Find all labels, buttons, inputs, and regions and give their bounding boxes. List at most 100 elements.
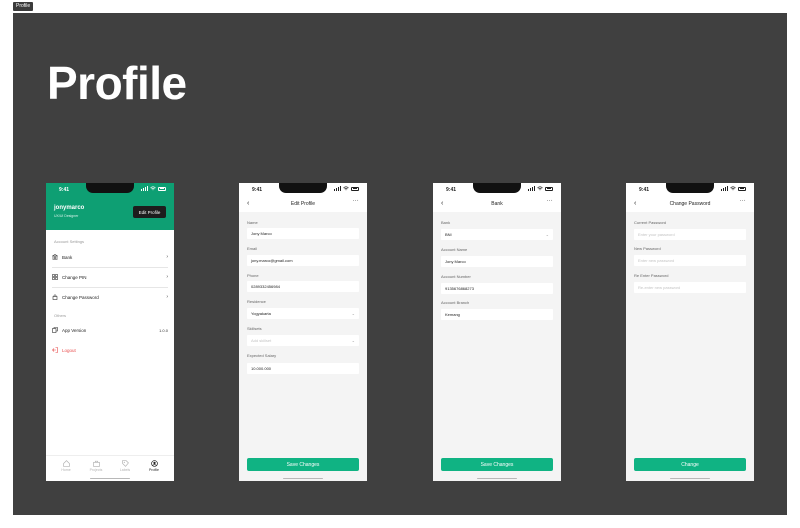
- re-enter-password-field[interactable]: Re-enter new password: [634, 282, 746, 293]
- tab-projects[interactable]: Projects: [85, 460, 107, 472]
- status-time: 9:41: [59, 187, 70, 193]
- account-number-field[interactable]: 9135676868273: [441, 283, 553, 294]
- app-bar: ‹ Edit Profile ···: [239, 196, 367, 212]
- signal-icon: [141, 186, 148, 191]
- expected-salary-label: Expected Salary: [247, 353, 277, 358]
- tag-icon: [121, 460, 129, 467]
- current-password-field[interactable]: Enter your password: [634, 229, 746, 240]
- divider: [52, 267, 168, 268]
- signal-icon: [528, 186, 535, 191]
- bank-label: Bank: [441, 220, 451, 225]
- screen-title: Change Password: [669, 201, 711, 207]
- app-bar: ‹ Change Password ···: [626, 196, 754, 212]
- tab-home[interactable]: Home: [55, 460, 77, 472]
- logout-button[interactable]: Logout: [52, 344, 168, 356]
- current-password-label: Current Password: [634, 220, 667, 225]
- name-label: Name: [247, 220, 258, 225]
- wifi-icon: [343, 186, 349, 191]
- change-button[interactable]: Change: [634, 458, 746, 471]
- more-icon[interactable]: ···: [739, 198, 746, 204]
- chevron-right-icon: ›: [166, 294, 168, 300]
- edit-profile-screen: 9:41 ‹ Edit Profile ··· Name Jony Marco …: [239, 183, 367, 481]
- back-arrow-icon[interactable]: ‹: [441, 199, 443, 208]
- email-label: Email: [247, 246, 258, 251]
- status-bar: 9:41: [239, 183, 367, 196]
- status-time: 9:41: [639, 187, 650, 193]
- status-bar: 9:41: [46, 183, 174, 196]
- status-time: 9:41: [252, 187, 263, 193]
- more-icon[interactable]: ···: [352, 198, 359, 204]
- phone-label: Phone: [247, 273, 259, 278]
- app-version-label: App Version: [62, 327, 87, 333]
- notch: [86, 183, 134, 193]
- battery-icon: [545, 186, 553, 191]
- divider: [52, 287, 168, 288]
- app-bar: ‹ Bank ···: [433, 196, 561, 212]
- chevron-right-icon: ›: [166, 254, 168, 260]
- new-password-label: New Password: [634, 246, 661, 251]
- home-icon: [62, 460, 70, 467]
- phone-field[interactable]: 0289332456984: [247, 281, 359, 292]
- notch: [279, 183, 327, 193]
- bottom-tab-bar: Home Projects Labels Profile: [46, 455, 174, 481]
- tab-label: Profile: [149, 468, 159, 472]
- bank-screen: 9:41 ‹ Bank ··· Bank BNI ⌄ Account Name …: [433, 183, 561, 481]
- app-version-value: 1.0.0: [159, 327, 168, 333]
- save-changes-button[interactable]: Save Changes: [441, 458, 553, 471]
- email-field[interactable]: jony.marco@gmail.com: [247, 255, 359, 266]
- residence-label: Residence: [247, 299, 266, 304]
- bank-select[interactable]: BNI ⌄: [441, 229, 553, 240]
- menu-item-bank[interactable]: Bank ›: [52, 251, 168, 263]
- app-version-row: App Version 1.0.0: [52, 324, 168, 336]
- account-settings-label: Account Settings: [54, 239, 85, 244]
- profile-screen: 9:41 jonymarco UX/UI Designer Edit Profi…: [46, 183, 174, 481]
- menu-item-label: Change Password: [62, 294, 99, 300]
- residence-select[interactable]: Yogyakarta ⌄: [247, 308, 359, 319]
- account-name-field[interactable]: Jony Marco: [441, 256, 553, 267]
- change-password-screen: 9:41 ‹ Change Password ··· Current Passw…: [626, 183, 754, 481]
- screen-title: Bank: [491, 201, 503, 207]
- wifi-icon: [537, 186, 543, 191]
- battery-icon: [158, 186, 166, 191]
- home-indicator: [477, 477, 517, 479]
- tab-label: Projects: [89, 468, 103, 472]
- edit-profile-button[interactable]: Edit Profile: [133, 206, 166, 218]
- bank-icon: [52, 254, 58, 260]
- new-password-field[interactable]: Enter new password: [634, 255, 746, 266]
- account-branch-label: Account Branch: [441, 300, 470, 305]
- tab-profile[interactable]: Profile: [143, 460, 165, 472]
- signal-icon: [334, 186, 341, 191]
- more-icon[interactable]: ···: [546, 198, 553, 204]
- logout-icon: [52, 347, 58, 353]
- save-changes-button[interactable]: Save Changes: [247, 458, 359, 471]
- skillsets-placeholder: Add skillset: [251, 338, 272, 343]
- logout-label: Logout: [62, 347, 76, 353]
- tab-label: Labels: [119, 468, 131, 472]
- account-branch-field[interactable]: Kemang: [441, 309, 553, 320]
- menu-item-change-pin[interactable]: Change PIN ›: [52, 271, 168, 283]
- notch: [666, 183, 714, 193]
- chevron-right-icon: ›: [166, 274, 168, 280]
- status-bar: 9:41: [626, 183, 754, 196]
- profile-role: UX/UI Designer: [54, 214, 79, 218]
- profile-header: 9:41 jonymarco UX/UI Designer Edit Profi…: [46, 183, 174, 230]
- back-arrow-icon[interactable]: ‹: [247, 199, 249, 208]
- status-bar: 9:41: [433, 183, 561, 196]
- signal-icon: [721, 186, 728, 191]
- grid-icon: [52, 274, 58, 280]
- back-arrow-icon[interactable]: ‹: [634, 199, 636, 208]
- name-field[interactable]: Jony Marco: [247, 228, 359, 239]
- skillsets-label: Skillsets: [247, 326, 262, 331]
- screen-title: Edit Profile: [290, 201, 316, 207]
- account-name-label: Account Name: [441, 247, 468, 252]
- menu-item-change-password[interactable]: Change Password ›: [52, 291, 168, 303]
- skillsets-select[interactable]: Add skillset ⌄: [247, 335, 359, 346]
- dropdown-icon: ⌄: [351, 338, 355, 343]
- battery-icon: [351, 186, 359, 191]
- page-title: Profile: [47, 57, 187, 109]
- residence-value: Yogyakarta: [251, 311, 271, 316]
- wifi-icon: [150, 186, 156, 191]
- others-label: Others: [54, 313, 67, 318]
- tab-labels[interactable]: Labels: [114, 460, 136, 472]
- expected-salary-field[interactable]: 10.000.000: [247, 363, 359, 374]
